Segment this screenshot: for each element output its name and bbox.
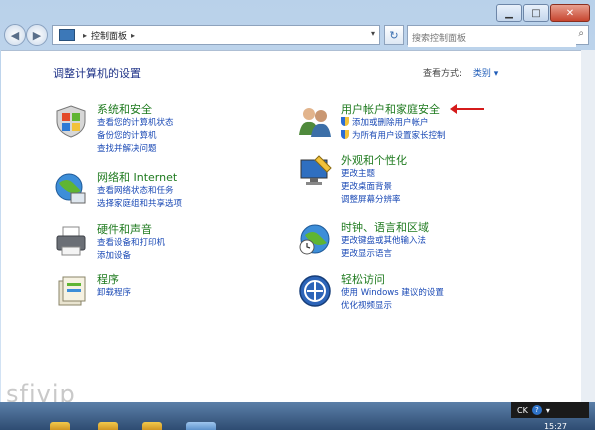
clock-globe-icon	[299, 224, 330, 255]
navigation-bar: ◀ ▶ ▸ 控制面板 ▸ ▾ ↻ ⌕	[0, 22, 595, 48]
page-title: 调整计算机的设置	[53, 67, 141, 80]
link-homegroup-sharing[interactable]: 选择家庭组和共享选项	[97, 198, 182, 211]
category-title[interactable]: 外观和个性化	[341, 152, 407, 168]
globe-network-icon	[55, 173, 86, 204]
language-indicator[interactable]: CK	[517, 406, 528, 415]
link-change-theme[interactable]: 更改主题	[341, 168, 401, 181]
monitor-paint-icon	[300, 155, 332, 185]
maximize-button[interactable]: □	[523, 4, 549, 22]
category-title[interactable]: 轻松访问	[341, 271, 385, 287]
breadcrumb-chevron-icon: ▸	[83, 30, 88, 40]
category-title[interactable]: 硬件和声音	[97, 221, 152, 237]
category-title[interactable]: 网络和 Internet	[97, 169, 177, 185]
address-dropdown-icon[interactable]: ▾	[371, 29, 375, 38]
language-bar[interactable]: CK ? ▾	[511, 402, 589, 418]
shield-flag-icon	[56, 105, 86, 138]
link-screen-resolution[interactable]: 调整屏幕分辨率	[341, 194, 401, 207]
forward-button[interactable]: ▶	[26, 24, 48, 46]
help-icon[interactable]: ?	[531, 405, 542, 415]
taskbar-app-button[interactable]	[98, 422, 118, 430]
view-by: 查看方式: 类别 ▾	[423, 66, 498, 79]
link-parental-controls[interactable]: 为所有用户设置家长控制	[341, 130, 446, 143]
close-button[interactable]: ✕	[550, 4, 590, 22]
breadcrumb-control-panel[interactable]: 控制面板	[91, 29, 127, 42]
link-add-device[interactable]: 添加设备	[97, 250, 165, 263]
back-button[interactable]: ◀	[4, 24, 26, 46]
link-view-computer-status[interactable]: 查看您的计算机状态	[97, 117, 174, 130]
search-box: ⌕	[407, 25, 589, 47]
refresh-button[interactable]: ↻	[384, 25, 404, 45]
content-area: 调整计算机的设置 查看方式: 类别 ▾ 系统和安全 查看您的计算机状态 备份您的…	[1, 50, 581, 403]
users-icon	[299, 108, 331, 137]
link-windows-suggested-settings[interactable]: 使用 Windows 建议的设置	[341, 287, 444, 300]
language-options-icon[interactable]: ▾	[546, 406, 550, 415]
red-arrow-annotation	[450, 104, 484, 114]
link-change-input-method[interactable]: 更改键盘或其他输入法	[341, 235, 426, 248]
taskbar-app-button[interactable]	[142, 422, 162, 430]
search-icon[interactable]: ⌕	[578, 28, 584, 39]
link-devices-printers[interactable]: 查看设备和打印机	[97, 237, 165, 250]
category-title[interactable]: 系统和安全	[97, 101, 152, 117]
programs-icon	[58, 276, 86, 306]
breadcrumb-chevron-icon[interactable]: ▸	[131, 31, 135, 40]
control-panel-icon	[59, 29, 75, 41]
link-change-background[interactable]: 更改桌面背景	[341, 181, 401, 194]
link-find-fix-problems[interactable]: 查找并解决问题	[97, 143, 174, 156]
link-optimize-visual-display[interactable]: 优化视频显示	[341, 300, 444, 313]
address-bar[interactable]: ▸ 控制面板 ▸ ▾	[52, 25, 380, 45]
window-controls: ▁ □ ✕	[496, 4, 590, 22]
link-add-remove-accounts[interactable]: 添加或删除用户帐户	[341, 117, 446, 130]
control-panel-window: ▁ □ ✕ ◀ ▶ ▸ 控制面板 ▸ ▾ ↻ ⌕ 调整计算机的设置 查看方式: …	[0, 0, 595, 430]
printer-icon	[56, 226, 86, 256]
link-view-network-status[interactable]: 查看网络状态和任务	[97, 185, 182, 198]
taskbar: CK ? ▾ 15:27	[0, 402, 595, 430]
taskbar-explorer-button[interactable]	[50, 422, 70, 430]
accessibility-icon	[299, 275, 331, 307]
view-by-dropdown[interactable]: 类别 ▾	[473, 69, 498, 79]
search-input[interactable]	[408, 31, 576, 47]
clock[interactable]: 15:27	[544, 422, 567, 430]
scrollbar[interactable]	[581, 50, 595, 402]
link-uninstall-program[interactable]: 卸载程序	[97, 287, 131, 300]
category-title[interactable]: 用户帐户和家庭安全	[341, 101, 440, 117]
link-backup-computer[interactable]: 备份您的计算机	[97, 130, 174, 143]
category-title[interactable]: 程序	[97, 271, 119, 287]
minimize-button[interactable]: ▁	[496, 4, 522, 22]
view-by-label: 查看方式:	[423, 69, 463, 79]
link-change-display-language[interactable]: 更改显示语言	[341, 248, 426, 261]
taskbar-control-panel-button[interactable]	[186, 422, 216, 430]
category-title[interactable]: 时钟、语言和区域	[341, 219, 429, 235]
